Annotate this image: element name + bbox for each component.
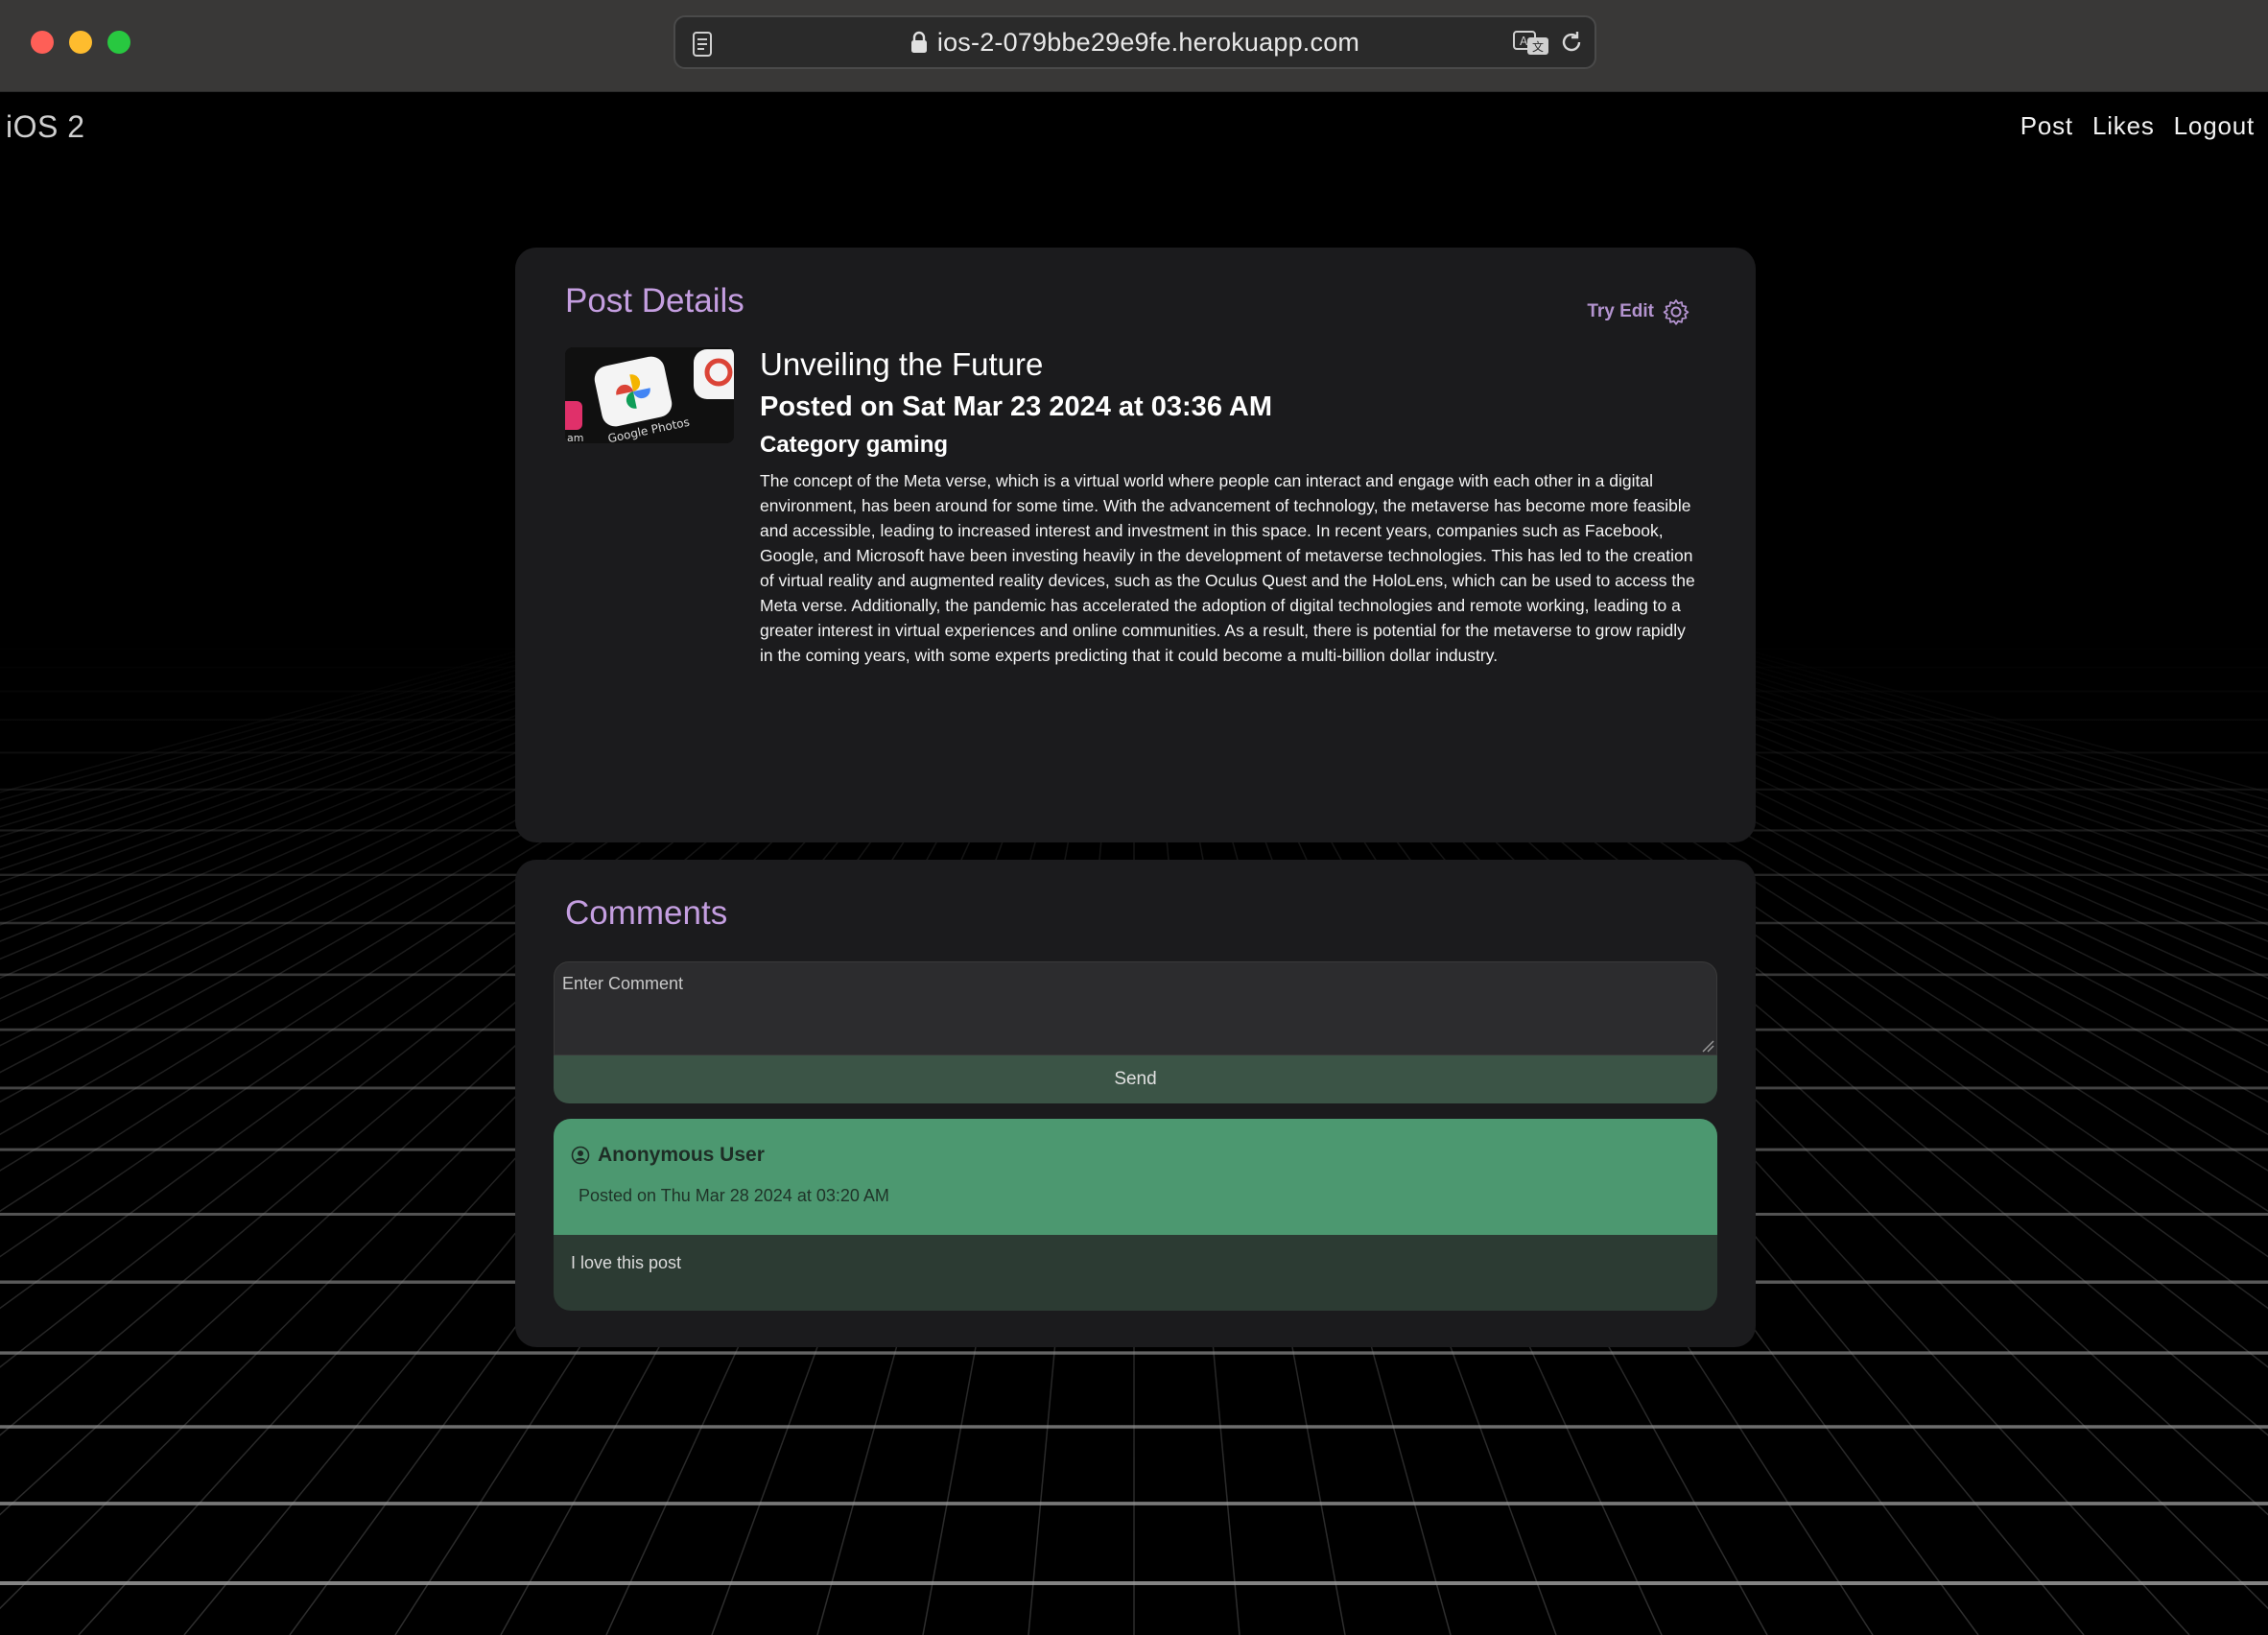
comments-heading: Comments: [565, 894, 728, 932]
post-details-card: Post Details Try Edit Google Photos am U…: [515, 248, 1756, 842]
address-bar[interactable]: ios-2-079bbe29e9fe.herokuapp.com A 文: [673, 15, 1596, 69]
browser-toolbar: ios-2-079bbe29e9fe.herokuapp.com A 文: [0, 0, 2268, 92]
brand-link[interactable]: iOS 2: [6, 109, 85, 145]
comment-item: Anonymous User Posted on Thu Mar 28 2024…: [554, 1119, 1717, 1311]
svg-text:A: A: [1520, 35, 1528, 48]
maximize-window-button[interactable]: [107, 31, 130, 54]
nav-link-likes[interactable]: Likes: [2092, 111, 2155, 141]
send-button[interactable]: Send: [554, 1055, 1717, 1103]
comment-placeholder: Enter Comment: [562, 974, 684, 993]
post-details-heading: Post Details: [565, 282, 744, 320]
comment-header: Anonymous User Posted on Thu Mar 28 2024…: [554, 1119, 1717, 1235]
svg-text:am: am: [567, 432, 583, 443]
nav-link-logout[interactable]: Logout: [2174, 111, 2255, 141]
post-content: Unveiling the Future Posted on Sat Mar 2…: [760, 344, 1700, 668]
comments-card: Comments Enter Comment Send Anonymous Us…: [515, 860, 1756, 1347]
comment-textarea[interactable]: Enter Comment: [554, 961, 1717, 1055]
post-body-text: The concept of the Meta verse, which is …: [760, 471, 1695, 665]
user-circle-icon: [571, 1146, 590, 1165]
lock-icon: [910, 31, 927, 53]
post-thumbnail: Google Photos am: [565, 347, 734, 443]
translate-icon[interactable]: A 文: [1512, 29, 1550, 56]
reload-icon[interactable]: [1558, 29, 1585, 56]
navbar: iOS 2 Post Likes Logout: [0, 92, 2268, 161]
url-text[interactable]: ios-2-079bbe29e9fe.herokuapp.com: [937, 28, 1359, 58]
try-edit-label: Try Edit: [1587, 301, 1654, 321]
minimize-window-button[interactable]: [69, 31, 92, 54]
comment-author: Anonymous User: [571, 1144, 765, 1167]
nav-link-post[interactable]: Post: [2020, 111, 2073, 141]
post-category: Category gaming: [760, 432, 949, 458]
svg-text:文: 文: [1532, 39, 1544, 54]
close-window-button[interactable]: [31, 31, 54, 54]
page: iOS 2 Post Likes Logout Post Details Try…: [0, 92, 2268, 1635]
comment-text: I love this post: [571, 1253, 682, 1272]
try-edit-button[interactable]: Try Edit: [1587, 297, 1690, 326]
comment-author-name: Anonymous User: [598, 1144, 765, 1166]
comment-date: Posted on Thu Mar 28 2024 at 03:20 AM: [579, 1186, 889, 1205]
post-title: Unveiling the Future: [760, 346, 1044, 382]
gear-icon: [1663, 299, 1689, 325]
post-date: Posted on Sat Mar 23 2024 at 03:36 AM: [760, 391, 1273, 422]
resize-handle-icon[interactable]: [1701, 1039, 1714, 1053]
nav-links: Post Likes Logout: [2020, 111, 2255, 141]
